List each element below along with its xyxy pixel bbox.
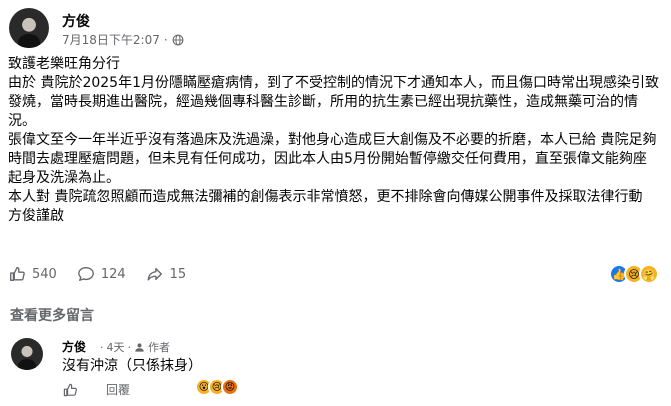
like-button[interactable]: 540 <box>8 265 57 283</box>
reaction-bar: 540 124 15 👍 😢 🤗 <box>8 263 663 285</box>
meta-separator: · <box>163 32 168 47</box>
angry-reaction-icon: 😡 <box>221 378 239 396</box>
comment-text: 沒有沖涼（只係抹身） <box>62 358 202 374</box>
post-meta: 7月18日下午2:07 · <box>62 31 184 48</box>
post-line: 致護老樂旺角分行 <box>8 56 120 72</box>
share-button[interactable]: 15 <box>146 265 187 283</box>
comment: 方俊 · 4天 · 作者 沒有沖涼（只係抹身） 回覆 😮 😢 😡 <box>0 333 671 406</box>
comment-time[interactable]: 4天 <box>107 339 125 355</box>
author-badge: 作者 <box>148 341 170 354</box>
globe-icon <box>172 34 184 45</box>
post-header: 方俊 7月18日下午2:07 · <box>0 0 671 52</box>
author-name[interactable]: 方俊 <box>62 11 90 31</box>
author-badge-icon <box>135 342 144 352</box>
like-icon <box>10 267 25 281</box>
share-count: 15 <box>169 266 187 282</box>
post-body: 致護老樂旺角分行 由於 貴院於2025年1月份隱瞞壓瘡病情，到了不受控制的情況下… <box>8 55 660 226</box>
view-more-comments-link[interactable]: 查看更多留言 <box>10 305 94 325</box>
commenter-name[interactable]: 方俊 <box>62 338 86 355</box>
comment-actions: 回覆 <box>62 381 130 398</box>
author-avatar[interactable] <box>9 8 49 48</box>
share-icon <box>147 267 162 281</box>
post-line: 張偉文至今一年半近乎沒有落過床及洗過澡，對他身心造成巨大創傷及不必要的折磨，本人… <box>8 132 657 186</box>
comment-button[interactable]: 124 <box>77 265 126 283</box>
care-reaction-icon: 🤗 <box>639 264 659 284</box>
post-line: 由於 貴院於2025年1月份隱瞞壓瘡病情，到了不受控制的情況下才通知本人，而且傷… <box>8 75 659 129</box>
comment-like-icon[interactable] <box>62 382 78 398</box>
post-line: 本人對 貴院疏忽照顧而造成無法彌補的創傷表示非常憤怒，更不排除會向傳媒公開事件及… <box>8 189 643 205</box>
post-timestamp[interactable]: 7月18日下午2:07 <box>62 31 160 48</box>
reaction-summary[interactable]: 👍 😢 🤗 <box>609 264 659 284</box>
reply-button[interactable]: 回覆 <box>106 381 130 398</box>
post-line: 方俊謹啟 <box>8 208 64 224</box>
comment-reaction-summary[interactable]: 😮 😢 😡 <box>195 378 239 396</box>
comment-icon <box>77 267 94 281</box>
like-count: 540 <box>32 266 57 282</box>
commenter-avatar[interactable] <box>11 338 43 370</box>
comment-count: 124 <box>100 266 126 282</box>
comment-meta: · 4天 · 作者 <box>100 339 170 355</box>
